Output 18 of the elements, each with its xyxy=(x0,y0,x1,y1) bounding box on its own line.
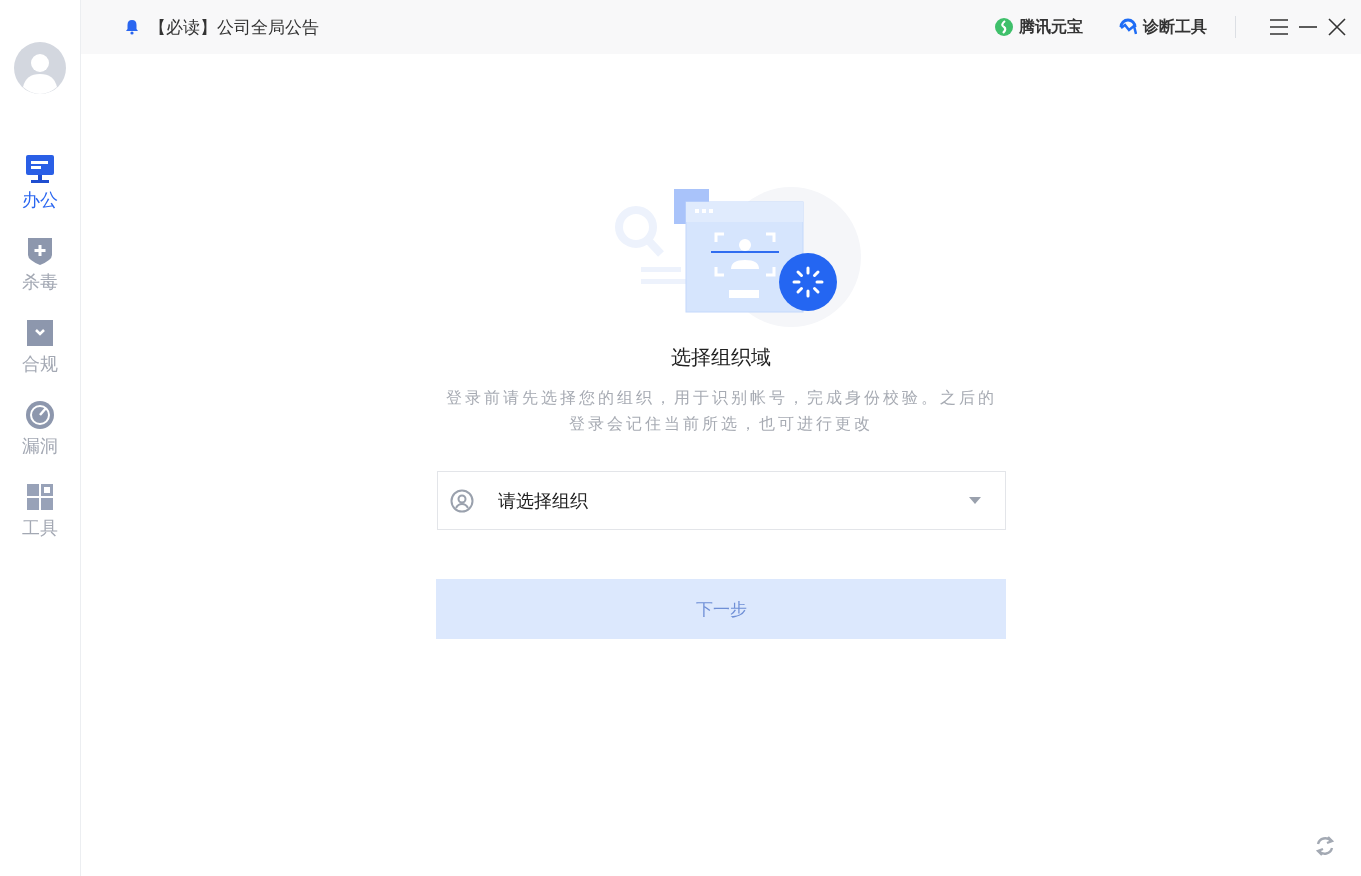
shield-icon xyxy=(25,236,55,266)
description-text: 登录前请先选择您的组织，用于识别帐号，完成身份校验。之后的登录会记住当前所选，也可进行更改 xyxy=(444,387,998,435)
diagnose-icon xyxy=(1119,18,1137,36)
monitor-icon xyxy=(25,154,55,184)
toolbar-link[interactable]: 诊断工具 xyxy=(1119,16,1207,38)
toolbar-link[interactable]: 腾讯元宝 xyxy=(995,16,1083,38)
organization-dropdown[interactable]: 请选择组织 xyxy=(436,471,1006,530)
minimize-icon[interactable] xyxy=(1298,25,1318,29)
bell-icon xyxy=(125,19,139,35)
close-icon[interactable] xyxy=(1327,17,1347,37)
caret-icon xyxy=(968,497,981,504)
announcement-link[interactable]: 【必读】公司全局公告 xyxy=(125,15,319,39)
radar-icon xyxy=(25,400,55,430)
menu-icon[interactable] xyxy=(1269,17,1289,37)
user-icon xyxy=(449,488,474,513)
grid-icon xyxy=(25,482,55,512)
page-title: 选择组织域 xyxy=(671,344,771,371)
sidebar-item[interactable]: 办公 xyxy=(22,154,58,212)
